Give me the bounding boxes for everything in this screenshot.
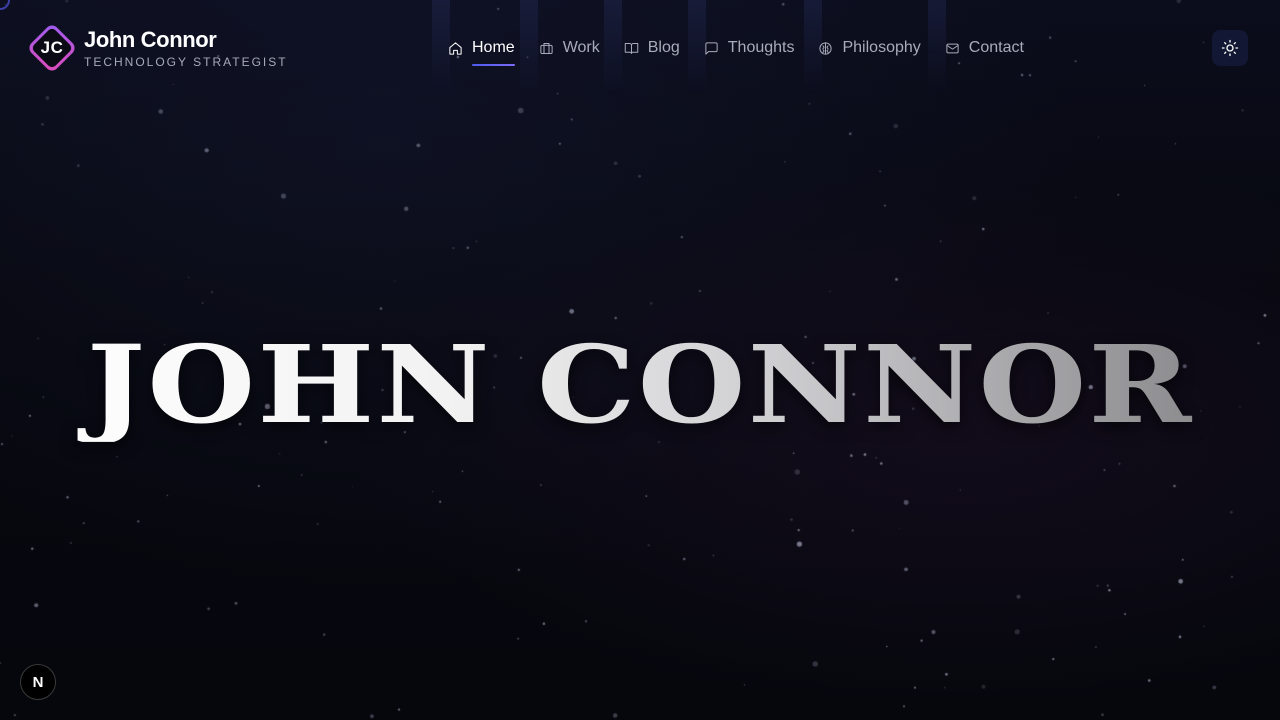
nav-label: Work bbox=[562, 39, 600, 56]
nav-label: Thoughts bbox=[727, 39, 795, 56]
nextjs-icon: N bbox=[32, 673, 44, 691]
brain-icon bbox=[819, 41, 833, 55]
nav-item-work[interactable]: Work bbox=[539, 36, 600, 60]
nav-item-blog[interactable]: Blog bbox=[624, 36, 680, 60]
page: JC John Connor TECHNOLOGY STRATEGIST Hom… bbox=[0, 0, 1280, 720]
theme-toggle-button[interactable] bbox=[1212, 30, 1248, 66]
brand-name: John Connor bbox=[84, 27, 217, 52]
logo-initials: JC bbox=[40, 38, 64, 57]
nextjs-dev-badge[interactable]: N bbox=[20, 664, 56, 700]
nav-item-home[interactable]: Home bbox=[448, 36, 515, 66]
brand-subtitle: TECHNOLOGY STRATEGIST bbox=[84, 55, 288, 69]
book-open-icon bbox=[624, 42, 638, 54]
nav-label: Philosophy bbox=[842, 39, 921, 56]
home-icon bbox=[449, 41, 462, 55]
nav-item-philosophy[interactable]: Philosophy bbox=[818, 36, 921, 60]
sun-icon bbox=[1221, 39, 1239, 57]
briefcase-icon bbox=[540, 42, 553, 54]
message-square-icon bbox=[705, 41, 718, 55]
mail-icon bbox=[946, 43, 959, 53]
brand[interactable]: JC John Connor TECHNOLOGY STRATEGIST bbox=[26, 22, 288, 74]
nav-label: Home bbox=[472, 39, 515, 56]
hero-title: JOHN CONNOR bbox=[0, 330, 1280, 442]
nav-item-thoughts[interactable]: Thoughts bbox=[704, 36, 795, 60]
nav-item-contact[interactable]: Contact bbox=[945, 36, 1024, 60]
logo[interactable]: JC bbox=[26, 22, 78, 74]
nav-label: Contact bbox=[968, 39, 1024, 56]
nav-label: Blog bbox=[647, 39, 680, 56]
main-nav: Home Work Blog Thoughts Philosophy Conta… bbox=[448, 36, 1048, 66]
